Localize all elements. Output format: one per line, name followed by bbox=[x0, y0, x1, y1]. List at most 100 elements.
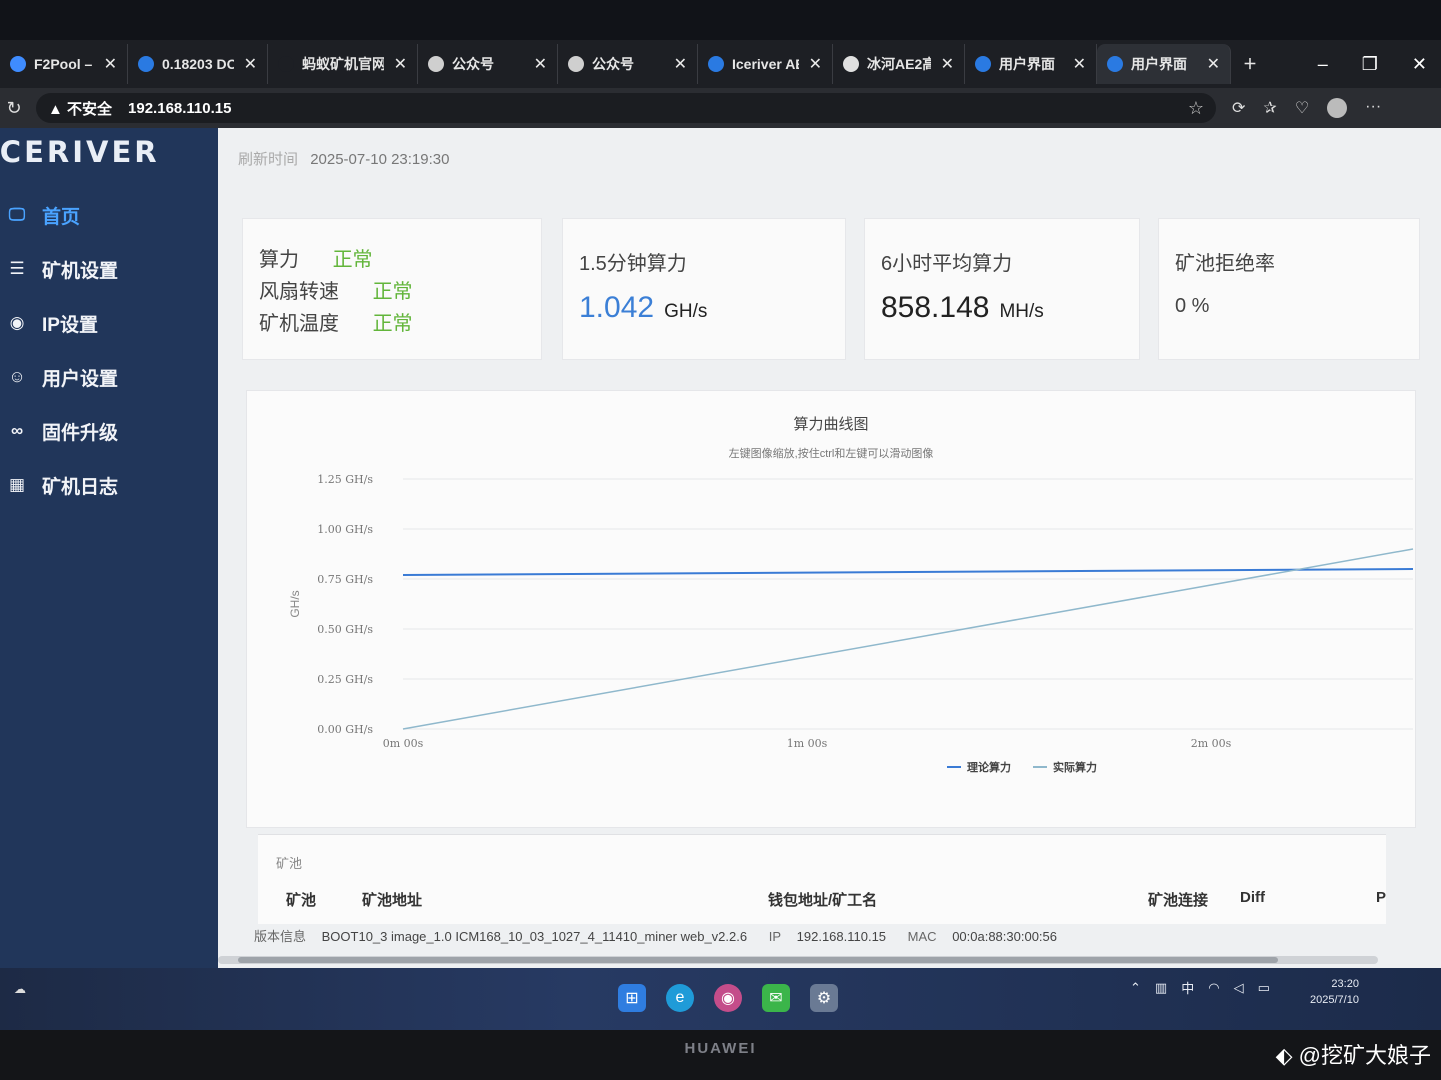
sidebar-item-label: 矿机日志 bbox=[42, 476, 119, 498]
close-window-icon[interactable]: ✕ bbox=[1412, 54, 1427, 75]
tab-close-icon[interactable]: ✕ bbox=[104, 54, 117, 74]
series-line-0 bbox=[402, 568, 1414, 576]
x-tick-label: 2m 00s bbox=[1191, 737, 1232, 750]
browser-tab[interactable]: F2Pool – 全球 ✕ bbox=[0, 44, 128, 84]
horizontal-scrollbar[interactable] bbox=[218, 956, 1378, 964]
card-value: 858.148 MH/s bbox=[881, 291, 1044, 325]
extensions-icon[interactable]: ⟳ bbox=[1232, 98, 1245, 118]
url-text: 192.168.110.15 bbox=[128, 99, 232, 117]
sidebar-item-3[interactable]: ☺ 用户设置 bbox=[0, 350, 218, 404]
browser-tab[interactable]: 公众号 ✕ bbox=[418, 44, 558, 84]
y-tick-label: 0.75 GH/s bbox=[317, 573, 373, 586]
url-field[interactable]: ▲ 不安全 192.168.110.15 ☆ bbox=[36, 93, 1216, 123]
reload-icon[interactable]: ↻ bbox=[0, 98, 28, 119]
sidebar-nav: 🖵 首页 ☰ 矿机设置 ◉ IP设置 ☺ 用户设置 ∞ 固件升级 ▦ 矿机日志 bbox=[0, 188, 218, 512]
legend-label: 实际算力 bbox=[1053, 760, 1097, 774]
tab-close-icon[interactable]: ✕ bbox=[1073, 54, 1086, 74]
window-controls: – ❐ ✕ bbox=[1318, 54, 1441, 75]
status-row-hashrate: 算力 正常 bbox=[259, 243, 373, 272]
start-icon[interactable]: ⊞ bbox=[618, 984, 646, 1012]
status-row-fan: 风扇转速 正常 bbox=[259, 275, 413, 304]
card-title: 1.5分钟算力 bbox=[579, 253, 687, 275]
tab-close-icon[interactable]: ✕ bbox=[534, 54, 547, 74]
tab-close-icon[interactable]: ✕ bbox=[941, 54, 954, 74]
tab-favicon-icon bbox=[278, 56, 294, 72]
log-icon: ▦ bbox=[8, 475, 26, 494]
browser-tab[interactable]: 用户界面 ✕ bbox=[965, 44, 1097, 84]
browser-tab[interactable]: 冰河AE2高性 ✕ bbox=[833, 44, 965, 84]
tab-label: 公众号 bbox=[592, 56, 634, 72]
app-icon[interactable]: ◉ bbox=[714, 984, 742, 1012]
browser-tab[interactable]: 公众号 ✕ bbox=[558, 44, 698, 84]
x-tick-label: 1m 00s bbox=[787, 737, 828, 750]
weather-widget[interactable]: ☁ bbox=[14, 982, 26, 996]
favorites-icon[interactable]: ✰ bbox=[1263, 98, 1276, 118]
minimize-icon[interactable]: – bbox=[1318, 54, 1328, 75]
browser-tab-bar: F2Pool – 全球 ✕ 0.18203 DOGE ✕ 蚂蚁矿机官网 ✕ 公众号 ✕ 公众号 ✕… bbox=[0, 40, 1441, 88]
watermark-text: @挖矿大娘子 bbox=[1298, 1043, 1431, 1068]
user-icon: ☺ bbox=[8, 367, 26, 386]
card-title: 矿池拒绝率 bbox=[1175, 253, 1275, 275]
tab-favicon-icon bbox=[568, 56, 584, 72]
profile-avatar[interactable] bbox=[1327, 98, 1348, 118]
pool-header-pool: 矿池 bbox=[286, 892, 317, 909]
tab-favicon-icon bbox=[843, 56, 859, 72]
y-tick-label: 0.50 GH/s bbox=[317, 623, 373, 636]
favorite-star-icon[interactable]: ☆ bbox=[1188, 98, 1204, 119]
ime-icon[interactable]: 中 bbox=[1181, 978, 1194, 997]
browser-tab[interactable]: Iceriver AE2 ✕ bbox=[698, 44, 833, 84]
pool-caption: 矿池 bbox=[276, 856, 303, 871]
tab-favicon-icon bbox=[1107, 56, 1123, 72]
ip-label: IP bbox=[768, 929, 782, 944]
scrollbar-thumb[interactable] bbox=[238, 957, 1278, 963]
sidebar-item-0[interactable]: 🖵 首页 bbox=[0, 188, 218, 242]
tab-close-icon[interactable]: ✕ bbox=[244, 54, 257, 74]
status-value: 正常 bbox=[372, 313, 413, 335]
sidebar-item-2[interactable]: ◉ IP设置 bbox=[0, 296, 218, 350]
mac-value: 00:0a:88:30:00:56 bbox=[952, 929, 1058, 944]
hashrate-chart[interactable]: 0.00 GH/s 0.25 GH/s 0.50 GH/s 0.75 GH/s 1.00… bbox=[247, 391, 1415, 827]
tab-label: 用户界面 bbox=[1131, 56, 1187, 72]
new-tab-button[interactable]: ＋ bbox=[1231, 44, 1269, 84]
settings-icon[interactable]: ⚙ bbox=[810, 984, 838, 1012]
sidebar-item-5[interactable]: ▦ 矿机日志 bbox=[0, 458, 218, 512]
ip-value: 192.168.110.15 bbox=[796, 929, 887, 944]
value-number: 858.148 bbox=[881, 291, 990, 324]
browser-tab[interactable]: 蚂蚁矿机官网 ✕ bbox=[268, 44, 418, 84]
wechat-icon[interactable]: ✉ bbox=[762, 984, 790, 1012]
browser-tab[interactable]: 0.18203 DOGE ✕ bbox=[128, 44, 268, 84]
status-label: 算力 bbox=[259, 249, 299, 271]
volume-icon[interactable]: ◁ bbox=[1234, 980, 1244, 996]
battery-icon[interactable]: ▭ bbox=[1258, 980, 1270, 996]
edge-icon[interactable]: e bbox=[666, 984, 694, 1012]
restore-icon[interactable]: ❐ bbox=[1362, 54, 1378, 75]
hashrate-chart-panel[interactable]: 算力曲线图 左键图像缩放,按住ctrl和左键可以滑动图像 0.00 GH/s 0.… bbox=[246, 390, 1416, 828]
tab-label: 冰河AE2高性 bbox=[867, 56, 931, 72]
tray-chevron-icon[interactable]: ⌃ bbox=[1130, 980, 1141, 996]
address-bar: ↻ ▲ 不安全 192.168.110.15 ☆ ⟳ ✰ ♡ ··· bbox=[0, 88, 1441, 128]
browser-toolbar: ⟳ ✰ ♡ ··· bbox=[1232, 98, 1381, 118]
more-icon[interactable]: ··· bbox=[1365, 98, 1381, 118]
tab-close-icon[interactable]: ✕ bbox=[674, 54, 687, 74]
taskbar-clock[interactable]: 23:20 2025/7/10 bbox=[1310, 976, 1359, 1008]
tab-favicon-icon bbox=[428, 56, 444, 72]
browser-tab[interactable]: 用户界面 ✕ bbox=[1097, 44, 1231, 84]
insecure-badge[interactable]: ▲ 不安全 bbox=[48, 98, 112, 119]
wifi-icon[interactable]: ◠ bbox=[1208, 980, 1219, 996]
sidebar-item-1[interactable]: ☰ 矿机设置 bbox=[0, 242, 218, 296]
tab-label: 公众号 bbox=[452, 56, 494, 72]
sidebar-item-4[interactable]: ∞ 固件升级 bbox=[0, 404, 218, 458]
tab-close-icon[interactable]: ✕ bbox=[1207, 54, 1220, 74]
status-row-temp: 矿机温度 正常 bbox=[259, 307, 413, 336]
legend-label: 理论算力 bbox=[967, 760, 1011, 774]
health-icon[interactable]: ♡ bbox=[1295, 98, 1309, 118]
pool-header-p: P bbox=[1376, 889, 1387, 906]
clock-time: 23:20 bbox=[1331, 978, 1359, 990]
tab-close-icon[interactable]: ✕ bbox=[394, 54, 407, 74]
tray-app-icon[interactable]: ▥ bbox=[1155, 980, 1167, 996]
value-unit: MH/s bbox=[999, 301, 1044, 322]
pool-panel: 矿池 矿池 矿池地址 钱包地址/矿工名 矿池连接 Diff P bbox=[258, 834, 1386, 924]
card-value: 1.042 GH/s bbox=[579, 291, 707, 325]
tab-close-icon[interactable]: ✕ bbox=[809, 54, 822, 74]
server-icon: ☰ bbox=[9, 259, 25, 278]
